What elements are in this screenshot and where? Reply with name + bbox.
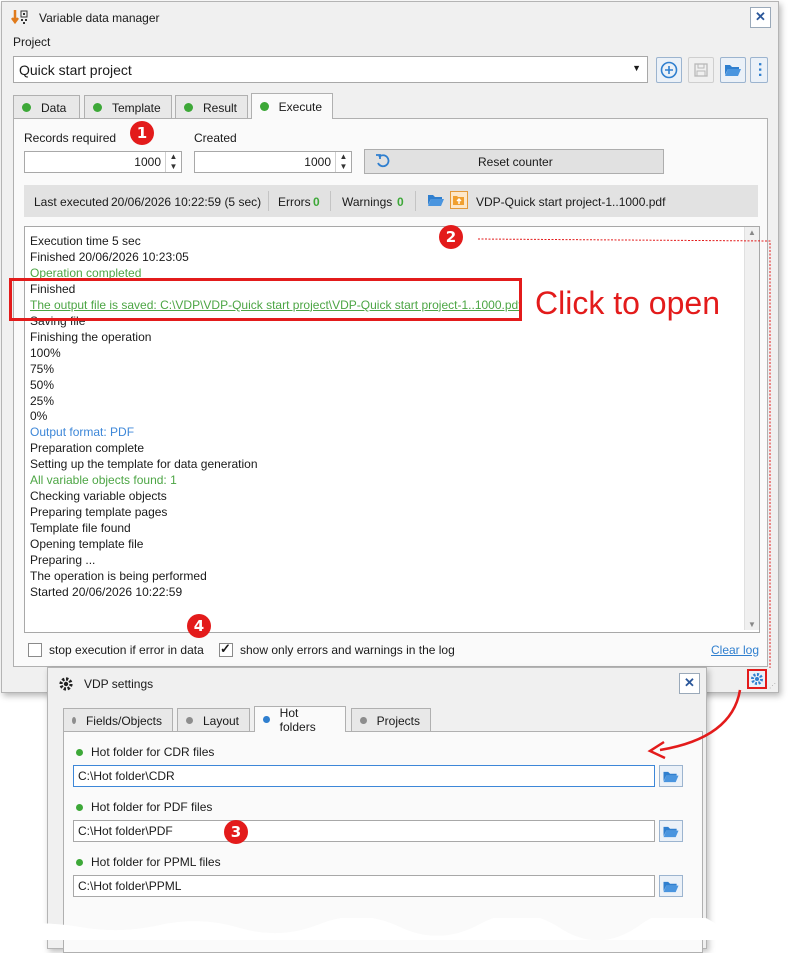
- status-dot-icon: [260, 102, 269, 111]
- browse-pdf-button[interactable]: [659, 820, 683, 842]
- torn-edge: [0, 918, 796, 940]
- status-dot-icon: [76, 858, 83, 866]
- hot-folder-ppml-input[interactable]: C:\Hot folder\PPML: [73, 875, 655, 897]
- tab-label: Fields/Objects: [85, 713, 162, 728]
- browse-ppml-button[interactable]: [659, 875, 683, 897]
- hot-folder-pdf-label: Hot folder for PDF files: [76, 800, 212, 814]
- folder-open-icon: [663, 771, 679, 782]
- folder-open-icon: [663, 881, 679, 892]
- status-dot-icon: [263, 716, 270, 723]
- tab-label: Execute: [278, 99, 322, 114]
- tab-label: Hot folders: [279, 705, 316, 734]
- tab-projects[interactable]: Projects: [351, 708, 431, 732]
- hot-folder-ppml-label: Hot folder for PPML files: [76, 855, 221, 869]
- status-dot-icon: [186, 717, 193, 724]
- settings-window-title: VDP settings: [84, 677, 154, 691]
- curved-arrow: [647, 689, 742, 760]
- vdp-settings-window: VDP settings ✕ Fields/Objects Layout Hot…: [47, 667, 707, 953]
- hot-folder-cdr-label-text: Hot folder for CDR files: [91, 745, 215, 759]
- folder-open-icon: [663, 826, 679, 837]
- tab-execute[interactable]: Execute: [251, 93, 333, 119]
- tab-hot-folders[interactable]: Hot folders: [254, 705, 346, 734]
- connector-line: [477, 238, 771, 668]
- tab-layout[interactable]: Layout: [177, 708, 250, 732]
- tab-label: Projects: [376, 713, 420, 728]
- status-dot-icon: [76, 748, 83, 756]
- status-dot-icon: [360, 717, 367, 724]
- hot-folder-cdr-label: Hot folder for CDR files: [76, 745, 214, 759]
- hot-folder-pdf-label-text: Hot folder for PDF files: [91, 800, 213, 814]
- hot-folder-cdr-input[interactable]: C:\Hot folder\CDR: [73, 765, 655, 787]
- hot-folder-pdf-input[interactable]: C:\Hot folder\PDF: [73, 820, 655, 842]
- tab-label: Layout: [202, 713, 239, 728]
- step-badge-3: 3: [224, 820, 248, 844]
- gear-icon: [58, 676, 74, 695]
- tab-fields-objects[interactable]: Fields/Objects: [63, 708, 173, 732]
- status-dot-icon: [76, 803, 83, 811]
- status-dot-icon: [72, 717, 76, 724]
- hot-folder-ppml-label-text: Hot folder for PPML files: [91, 855, 221, 869]
